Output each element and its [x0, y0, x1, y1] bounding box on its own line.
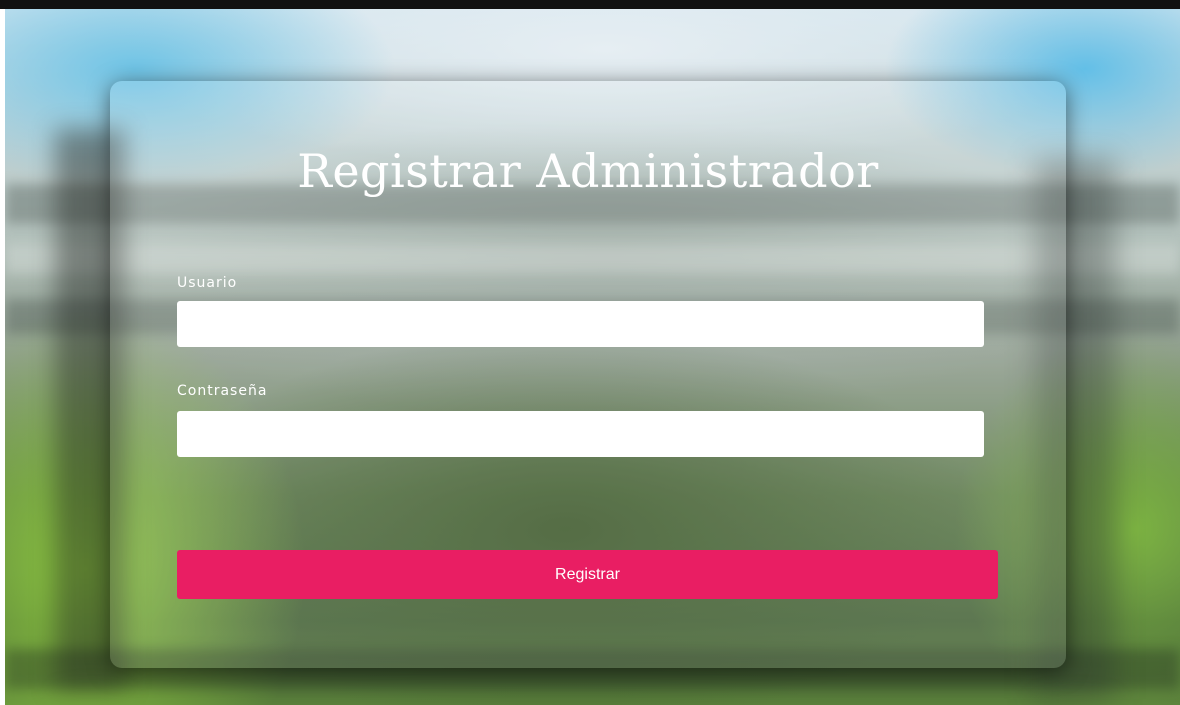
password-label: Contraseña	[177, 383, 268, 399]
username-input[interactable]	[177, 301, 984, 347]
page-title: Registrar Administrador	[297, 144, 879, 198]
password-input[interactable]	[177, 411, 984, 457]
username-label: Usuario	[177, 275, 238, 291]
page: Registrar Administrador Usuario Contrase…	[0, 0, 1180, 705]
register-admin-card: Registrar Administrador Usuario Contrase…	[110, 81, 1066, 668]
register-button[interactable]: Registrar	[177, 550, 998, 599]
window-top-bar	[0, 0, 1180, 9]
